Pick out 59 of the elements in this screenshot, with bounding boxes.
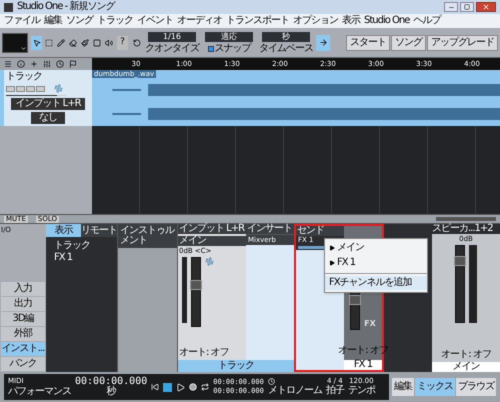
view-button[interactable]: ミックス xyxy=(415,378,455,396)
help-button[interactable]: ? xyxy=(117,36,128,50)
toolbar-button[interactable]: ソング xyxy=(391,34,426,50)
menu-item[interactable]: 編集 xyxy=(44,16,62,26)
menu-item[interactable]: オプション xyxy=(293,16,338,26)
input-label[interactable]: インプット L+R xyxy=(178,224,246,234)
menu-item[interactable]: FX 1 xyxy=(325,256,427,271)
toolbar-button[interactable]: アップグレード xyxy=(427,34,498,50)
menu-item[interactable]: ファイル xyxy=(4,16,40,26)
time-unit: 秒 xyxy=(106,387,116,397)
automation-label[interactable]: オート: オフ xyxy=(338,346,388,356)
mixer-nav-button[interactable]: 入力 xyxy=(1,282,45,296)
panel-title: インサート xyxy=(246,224,294,234)
menu-item[interactable]: 表示 xyxy=(342,16,360,26)
time-display: 00:00:00.000 xyxy=(75,377,148,387)
automation-label[interactable]: オート: オフ xyxy=(441,350,491,360)
panel-title: インストゥルメント xyxy=(118,224,177,248)
channel-list-item[interactable]: FX 1 xyxy=(54,253,117,263)
signature-label: 拍子 xyxy=(326,386,344,396)
channel-name: トラック xyxy=(218,361,254,371)
menu-item[interactable]: トランスポート xyxy=(226,16,289,26)
menu-item[interactable]: イベント xyxy=(137,16,173,26)
fx-tag: FX xyxy=(364,318,376,330)
metronome-label[interactable]: メトロノーム xyxy=(268,386,322,396)
performance-label: パフォーマンス xyxy=(8,386,71,396)
track-name: トラック xyxy=(6,72,43,82)
toolbar-field[interactable]: 1/16 xyxy=(148,32,196,42)
output-label[interactable]: メイン xyxy=(178,236,246,246)
panel-tab[interactable]: 表示 xyxy=(46,224,81,237)
tempo-label: テンポ xyxy=(348,386,375,396)
menu-item[interactable]: FXチャンネルを追加 xyxy=(325,276,427,290)
mixer-nav-button[interactable]: 出力 xyxy=(1,297,45,311)
mixer-nav-button[interactable]: 外部 xyxy=(1,327,45,341)
menu-item[interactable]: Studio One xyxy=(364,16,410,26)
field-label: クオンタイズ xyxy=(145,44,199,54)
channel-name: メイン xyxy=(432,362,500,372)
mixer-nav-button[interactable]: バンク xyxy=(1,357,45,371)
mixer-nav-button[interactable]: 3D編 xyxy=(1,312,45,326)
field-label: タイムベース xyxy=(259,44,313,54)
field-label: スナップ xyxy=(214,44,250,54)
menu-item[interactable]: オーディオ xyxy=(177,16,222,26)
automation-label[interactable]: オート: オフ xyxy=(178,348,246,358)
toolbar-field[interactable]: 秒 xyxy=(262,32,310,42)
menu-item[interactable]: トラック xyxy=(97,16,133,26)
menu-item[interactable]: ソング xyxy=(66,16,93,26)
panel-tab[interactable]: リモート xyxy=(81,224,117,237)
mixer-nav-button[interactable]: インスト... xyxy=(1,342,45,356)
panel-title: センド xyxy=(296,226,344,236)
output-name: スピーカ...1+2 xyxy=(432,224,500,234)
channel-name: FX 1 xyxy=(344,360,382,370)
view-button[interactable]: ブラウズ xyxy=(456,378,496,396)
menu-item[interactable]: ヘルプ xyxy=(413,16,440,26)
window-title: Studio One - 新規ソング xyxy=(17,2,114,12)
input-selector[interactable]: インプット L+R xyxy=(11,98,85,110)
toolbar-field[interactable]: 適応 xyxy=(205,32,253,42)
channel-list-item[interactable]: トラック xyxy=(54,241,117,251)
view-button[interactable]: 編集 xyxy=(392,378,414,396)
output-selector[interactable]: なし xyxy=(31,112,65,124)
toolbar-button[interactable]: スタート xyxy=(346,34,390,50)
